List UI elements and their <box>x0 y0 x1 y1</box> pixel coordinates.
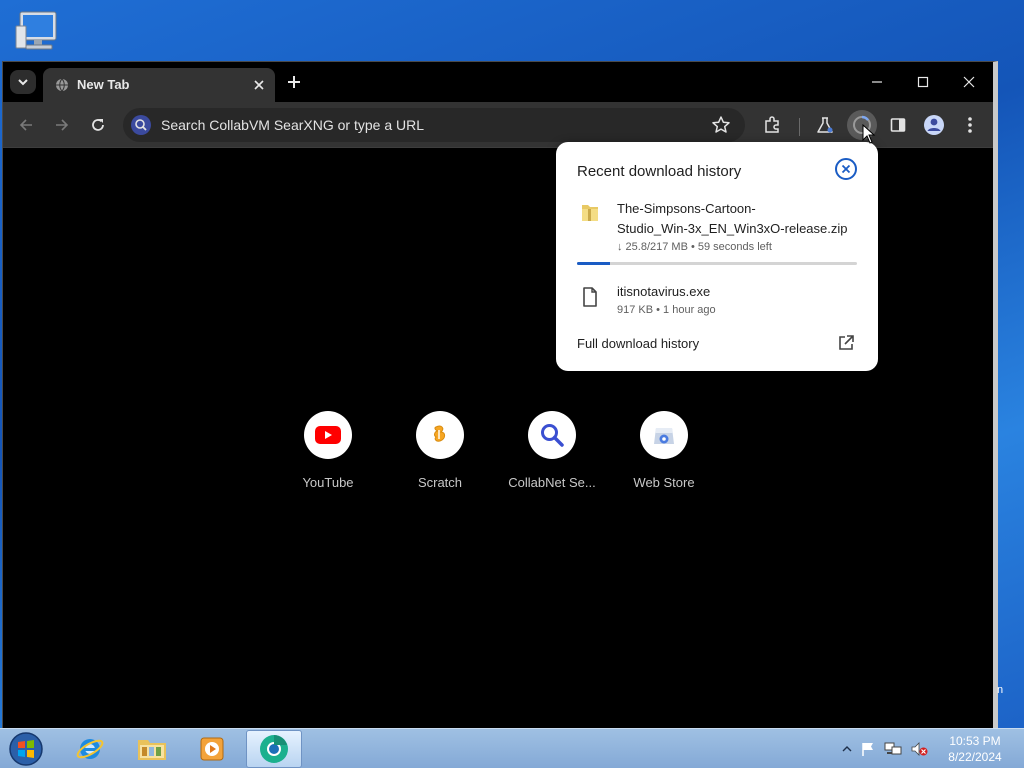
download-item-name-line-2: Studio_Win-3x_EN_Win3xO-release.zip <box>617 221 848 236</box>
close-icon <box>963 76 975 88</box>
chevron-up-icon[interactable] <box>842 744 852 754</box>
download-progress-fill <box>577 262 611 265</box>
download-item-name-line-1: The-Simpsons-Cartoon- <box>617 201 756 216</box>
shortcut-youtube[interactable]: YouTube <box>280 411 376 490</box>
close-icon <box>254 80 264 90</box>
profile-button[interactable] <box>919 110 949 140</box>
chevron-down-icon <box>18 79 28 86</box>
search-icon <box>131 115 151 135</box>
internet-explorer-icon <box>76 739 104 759</box>
download-bubble-close-button[interactable] <box>835 158 857 180</box>
minimize-icon <box>872 81 882 83</box>
arrow-right-icon <box>56 119 69 131</box>
plus-icon <box>288 76 300 88</box>
file-explorer-icon <box>138 740 166 760</box>
extensions-button[interactable] <box>757 110 787 140</box>
maximize-icon <box>917 76 929 88</box>
media-player-icon <box>200 737 224 761</box>
full-download-history-link[interactable]: Full download history <box>577 336 699 351</box>
taskbar: 10:53 PM 8/22/2024 <box>0 728 1024 768</box>
tab-search-button[interactable] <box>10 70 36 94</box>
shortcut-label: Scratch <box>417 475 463 490</box>
open-in-new-icon[interactable] <box>837 334 855 357</box>
menu-button[interactable] <box>955 110 985 140</box>
maximize-button[interactable] <box>901 68 945 96</box>
shortcut-tile <box>640 411 688 459</box>
close-icon <box>841 164 851 174</box>
shortcut-label: YouTube <box>302 475 354 490</box>
shortcut-label: CollabNet Se... <box>508 475 596 490</box>
globe-icon <box>56 78 68 92</box>
windows-start-icon <box>9 732 43 766</box>
clock[interactable]: 10:53 PM 8/22/2024 <box>940 733 1010 765</box>
taskbar-media-player[interactable] <box>184 730 240 768</box>
youtube-icon <box>315 426 341 444</box>
avatar-icon <box>924 115 944 135</box>
computer-desktop-icon[interactable] <box>14 8 64 54</box>
download-item-status: ↓ 25.8/217 MB • 59 seconds left <box>617 241 772 253</box>
back-button[interactable] <box>11 110 41 140</box>
shortcut-collabnet-search[interactable]: CollabNet Se... <box>504 411 600 490</box>
system-tray <box>842 739 928 759</box>
shortcut-tile <box>528 411 576 459</box>
puzzle-icon <box>765 116 779 133</box>
action-center-flag-icon[interactable] <box>860 741 876 757</box>
close-window-button[interactable] <box>947 68 991 96</box>
zip-file-icon <box>580 202 600 229</box>
download-progress-bar <box>577 262 857 265</box>
shortcut-scratch[interactable]: Scratch <box>392 411 488 490</box>
download-bubble: Recent download history The-Simpsons-Car… <box>556 142 878 371</box>
new-tab-button[interactable] <box>283 71 305 93</box>
download-item-name[interactable]: itisnotavirus.exe <box>617 282 867 302</box>
tab-strip: New Tab <box>3 62 993 102</box>
shortcut-web-store[interactable]: Web Store <box>616 411 712 490</box>
tab-title: New Tab <box>77 77 130 92</box>
clock-date: 8/22/2024 <box>948 750 1002 764</box>
toolbar-separator <box>799 118 800 136</box>
volume-muted-icon[interactable] <box>910 741 928 757</box>
tab-new-tab[interactable]: New Tab <box>43 68 275 102</box>
side-panel-button[interactable] <box>883 110 913 140</box>
scratch-icon <box>434 425 446 442</box>
shortcut-tile <box>416 411 464 459</box>
arrow-left-icon <box>19 119 32 131</box>
file-icon <box>582 287 598 312</box>
reload-icon <box>92 119 104 131</box>
tab-close-button[interactable] <box>249 75 269 95</box>
flask-icon <box>817 117 833 133</box>
omnibox-placeholder: Search CollabVM SearXNG or type a URL <box>161 117 424 133</box>
download-item-status: 917 KB • 1 hour ago <box>617 304 716 316</box>
clock-time: 10:53 PM <box>949 734 1001 748</box>
taskbar-internet-explorer[interactable] <box>62 730 118 768</box>
network-icon[interactable] <box>884 741 902 757</box>
download-item-name[interactable]: The-Simpsons-Cartoon- Studio_Win-3x_EN_W… <box>617 199 867 239</box>
taskbar-file-explorer[interactable] <box>124 730 180 768</box>
web-store-icon <box>654 428 674 444</box>
shortcut-tile <box>304 411 352 459</box>
bookmark-star-icon[interactable] <box>711 115 731 135</box>
kebab-menu-icon <box>968 117 972 133</box>
start-button[interactable] <box>6 730 46 768</box>
download-bubble-title: Recent download history <box>577 163 742 180</box>
omnibox[interactable]: Search CollabVM SearXNG or type a URL <box>123 108 745 142</box>
labs-button[interactable] <box>810 110 840 140</box>
magnifier-icon <box>541 424 564 447</box>
chromium-icon <box>260 735 288 763</box>
stray-text: n <box>997 684 1004 696</box>
forward-button[interactable] <box>47 110 77 140</box>
reload-button[interactable] <box>83 110 113 140</box>
side-panel-icon <box>890 118 906 132</box>
taskbar-chromium[interactable] <box>246 730 302 768</box>
shortcut-label: Web Store <box>633 475 695 490</box>
mouse-cursor-icon <box>862 123 876 149</box>
minimize-button[interactable] <box>855 68 899 96</box>
